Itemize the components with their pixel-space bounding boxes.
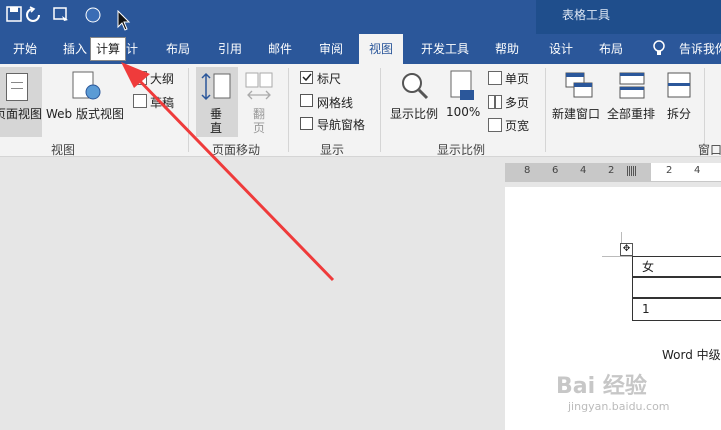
watermark-url: jingyan.baidu.com: [568, 400, 670, 413]
document-text: Word 中级: [662, 348, 721, 362]
watermark-logo: Bai 经验: [556, 374, 647, 399]
tab-mailings[interactable]: 邮件: [268, 40, 292, 57]
table-cell[interactable]: 女: [632, 256, 721, 277]
zoom-100-label: 100%: [446, 105, 481, 119]
tooltip: 计算: [90, 37, 126, 61]
zoom-button[interactable]: 显示比例: [388, 67, 442, 137]
tab-insert[interactable]: 插入: [63, 40, 87, 57]
ruler-number: 2: [608, 165, 615, 176]
lightbulb-icon[interactable]: [652, 40, 666, 59]
vertical-button[interactable]: 垂直: [196, 67, 238, 137]
ruler-checkbox[interactable]: [300, 71, 313, 84]
draft-icon: [133, 94, 147, 108]
tab-review[interactable]: 审阅: [319, 40, 343, 57]
multi-page-icon-2: [495, 95, 502, 109]
web-layout-label: Web 版式视图: [46, 107, 124, 121]
nav-pane-label: 导航窗格: [317, 118, 366, 132]
new-window-icon: [565, 72, 593, 98]
new-window-label: 新建窗口: [552, 107, 601, 121]
side-by-side-button[interactable]: 翻页: [242, 67, 278, 137]
mouse-cursor-icon: [117, 10, 131, 31]
table-column-marker[interactable]: [627, 166, 636, 176]
tell-me-search[interactable]: 告诉我你: [679, 40, 721, 57]
side-by-side-icon: [245, 72, 273, 100]
views-group-label: 视图: [51, 143, 76, 157]
window-group-label: 窗口: [698, 143, 721, 157]
ruler-number: 6: [552, 165, 559, 176]
group-separator: [545, 68, 546, 152]
gridlines-checkbox[interactable]: [300, 94, 313, 107]
new-window-button[interactable]: 新建窗口: [552, 67, 606, 137]
page-width-button[interactable]: 页宽: [505, 117, 529, 134]
zoom-100-button[interactable]: 100%: [444, 67, 480, 137]
table-cell[interactable]: 1: [632, 298, 721, 321]
customize-icon[interactable]: [84, 6, 102, 29]
save-icon[interactable]: [6, 6, 22, 27]
split-button[interactable]: 拆分: [662, 67, 698, 137]
gridlines-label: 网格线: [317, 96, 354, 110]
web-layout-button[interactable]: Web 版式视图: [46, 67, 126, 137]
one-page-button[interactable]: 单页: [505, 70, 529, 87]
zoom-100-icon: [450, 70, 474, 100]
page-movement-group-label: 页面移动: [212, 143, 261, 157]
ruler-number: 4: [580, 165, 587, 176]
table-tools-title: 表格工具: [561, 8, 610, 22]
tab-developer[interactable]: 开发工具: [421, 40, 469, 57]
group-separator: [288, 68, 289, 152]
tab-home[interactable]: 开始: [13, 40, 37, 57]
tab-table-layout[interactable]: 布局: [599, 40, 623, 57]
arrange-all-button[interactable]: 全部重排: [606, 67, 660, 137]
ruler-number: 8: [524, 165, 531, 176]
tab-design-partial[interactable]: 计: [126, 40, 138, 57]
arrange-all-icon: [619, 72, 645, 99]
undo-icon[interactable]: [25, 6, 41, 29]
page-width-icon: [488, 118, 502, 132]
nav-pane-checkbox[interactable]: [300, 117, 313, 130]
tab-references[interactable]: 引用: [218, 40, 242, 57]
vertical-icon: [201, 72, 231, 101]
outline-icon: [133, 71, 147, 85]
table-move-handle-icon[interactable]: ✥: [620, 243, 633, 256]
split-icon: [667, 72, 691, 98]
tab-view[interactable]: 视图: [359, 34, 404, 64]
ruler-label: 标尺: [317, 72, 342, 86]
ruler-number: 4: [694, 165, 701, 176]
outline-button[interactable]: 大纲: [150, 70, 174, 87]
multi-page-icon: [488, 95, 495, 109]
multi-page-button[interactable]: 多页: [505, 94, 529, 111]
table-cell[interactable]: [632, 277, 721, 298]
show-group-label: 显示: [320, 143, 345, 157]
tab-table-design[interactable]: 设计: [549, 40, 573, 57]
group-separator: [380, 68, 381, 152]
zoom-group-label: 显示比例: [437, 143, 486, 157]
split-label: 拆分: [667, 107, 692, 121]
tab-layout[interactable]: 布局: [166, 40, 190, 57]
web-layout-icon: [72, 71, 101, 100]
tab-help[interactable]: 帮助: [495, 40, 519, 57]
print-layout-button[interactable]: 页面视图: [0, 67, 42, 137]
one-page-icon: [488, 71, 502, 85]
group-separator: [188, 68, 189, 152]
redo-icon[interactable]: [53, 6, 71, 29]
print-layout-icon: [6, 73, 28, 101]
side-by-side-label: 翻页: [253, 107, 266, 135]
vertical-label: 垂直: [210, 107, 223, 135]
draft-button[interactable]: 草稿: [150, 94, 174, 111]
magnifier-icon: [402, 73, 429, 100]
print-layout-label: 页面视图: [0, 107, 43, 121]
margin-mark: [602, 256, 632, 257]
group-separator: [704, 68, 705, 152]
zoom-label: 显示比例: [390, 107, 439, 121]
arrange-all-label: 全部重排: [607, 107, 656, 121]
ruler-number: 2: [666, 165, 673, 176]
